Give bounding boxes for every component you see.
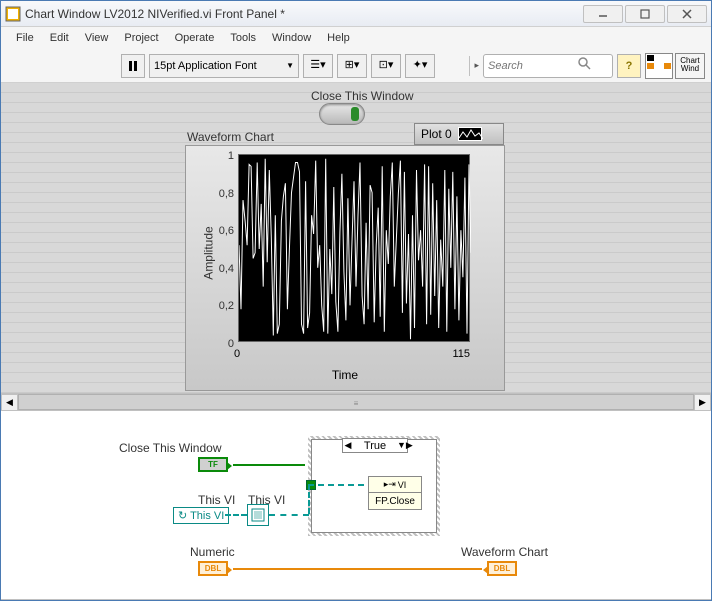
plot-legend[interactable]: Plot 0: [414, 123, 504, 145]
front-panel: Close This Window Waveform Chart Plot 0 …: [1, 83, 711, 393]
wfchart-terminal[interactable]: DBL: [487, 561, 517, 576]
scroll-track[interactable]: ≡: [18, 394, 694, 410]
vi-icon: [5, 6, 21, 22]
case-prev-icon[interactable]: ◀: [343, 440, 353, 451]
resize-button[interactable]: ⊡▾: [371, 54, 401, 78]
minimize-button[interactable]: [583, 5, 623, 23]
chevron-down-icon: ▼: [286, 61, 294, 70]
resize-icon: ⊡▾: [379, 60, 394, 71]
menu-operate[interactable]: Operate: [168, 30, 222, 46]
connector-pane-icon[interactable]: [645, 53, 673, 79]
align-icon: ☰▾: [310, 60, 325, 71]
bd-wfchart-label: Waveform Chart: [461, 545, 548, 559]
maximize-button[interactable]: [625, 5, 665, 23]
scroll-left-button[interactable]: ◀: [1, 394, 18, 411]
search-chevron-icon: ▸: [474, 60, 479, 71]
help-button[interactable]: ?: [617, 54, 641, 78]
boolean-terminal[interactable]: TF: [198, 457, 228, 472]
font-selector[interactable]: 15pt Application Font ▼: [149, 54, 299, 78]
x-axis-title: Time: [186, 368, 504, 382]
bd-numeric-label: Numeric: [190, 545, 235, 559]
menu-window[interactable]: Window: [265, 30, 318, 46]
y-axis-ticks: 1 0,8 0,6 0,4 0,2 0: [212, 150, 234, 350]
waveform-chart[interactable]: Amplitude 1 0,8 0,6 0,4 0,2 0 0 115 Time: [185, 145, 505, 391]
horizontal-scrollbar: ◀ ≡ ▶: [1, 393, 711, 410]
block-diagram: Close This Window TF This VI This VI ↻ T…: [1, 410, 711, 600]
plot-area: [238, 154, 470, 342]
labview-window: Chart Window LV2012 NIVerified.vi Front …: [0, 0, 712, 601]
invoke-icon: ▸⇥: [384, 479, 396, 490]
wire-ref-3: [308, 484, 364, 514]
menu-file[interactable]: File: [9, 30, 41, 46]
vi-icon-pane[interactable]: Chart Wind: [675, 53, 705, 79]
legend-plot-name: Plot 0: [421, 127, 452, 141]
menu-view[interactable]: View: [78, 30, 116, 46]
menu-tools[interactable]: Tools: [223, 30, 263, 46]
invoke-method: FP.Close: [369, 493, 421, 509]
vi-ref-node-icon[interactable]: [247, 504, 269, 526]
toolbar: 15pt Application Font ▼ ☰▾ ⊞▾ ⊡▾ ✦▾ ▸ ? …: [1, 49, 711, 83]
pause-icon: [129, 61, 137, 71]
bd-thisvi-label-1: This VI: [198, 493, 235, 507]
menu-edit[interactable]: Edit: [43, 30, 76, 46]
this-vi-constant[interactable]: ↻ This VI: [173, 507, 229, 524]
distribute-icon: ⊞▾: [345, 60, 360, 71]
titlebar: Chart Window LV2012 NIVerified.vi Front …: [1, 1, 711, 27]
menu-project[interactable]: Project: [117, 30, 165, 46]
case-label: True: [353, 440, 397, 452]
reorder-button[interactable]: ✦▾: [405, 54, 435, 78]
menu-help[interactable]: Help: [320, 30, 357, 46]
distribute-button[interactable]: ⊞▾: [337, 54, 367, 78]
wire-ref-1: [225, 514, 247, 516]
pause-button[interactable]: [121, 54, 145, 78]
search-input[interactable]: [488, 60, 578, 72]
menubar: File Edit View Project Operate Tools Win…: [1, 27, 711, 49]
close-window-toggle[interactable]: [319, 103, 365, 125]
wire-ref-4: [308, 484, 364, 486]
chart-title-label: Waveform Chart: [187, 130, 274, 144]
wire-boolean: [233, 464, 305, 466]
x-axis-ticks: 0 115: [234, 348, 470, 360]
close-window-label: Close This Window: [311, 89, 413, 103]
bd-close-label: Close This Window: [119, 441, 221, 455]
scroll-right-button[interactable]: ▶: [694, 394, 711, 411]
search-icon: [578, 57, 592, 74]
align-button[interactable]: ☰▾: [303, 54, 333, 78]
case-next-icon[interactable]: ▼▶: [397, 440, 407, 451]
font-label: 15pt Application Font: [154, 60, 257, 72]
wire-numeric: [233, 568, 482, 570]
invoke-class: VI: [398, 480, 407, 490]
reorder-icon: ✦▾: [413, 60, 428, 71]
search-input-container: [483, 54, 613, 78]
wire-ref-2: [269, 514, 309, 516]
scroll-thumb[interactable]: ≡: [18, 394, 694, 410]
invoke-node[interactable]: ▸⇥ VI FP.Close: [368, 476, 422, 510]
close-button[interactable]: [667, 5, 707, 23]
case-selector[interactable]: ◀ True ▼▶: [342, 438, 408, 453]
legend-sample-icon: [458, 127, 482, 141]
window-title: Chart Window LV2012 NIVerified.vi Front …: [25, 7, 581, 21]
numeric-terminal[interactable]: DBL: [198, 561, 228, 576]
